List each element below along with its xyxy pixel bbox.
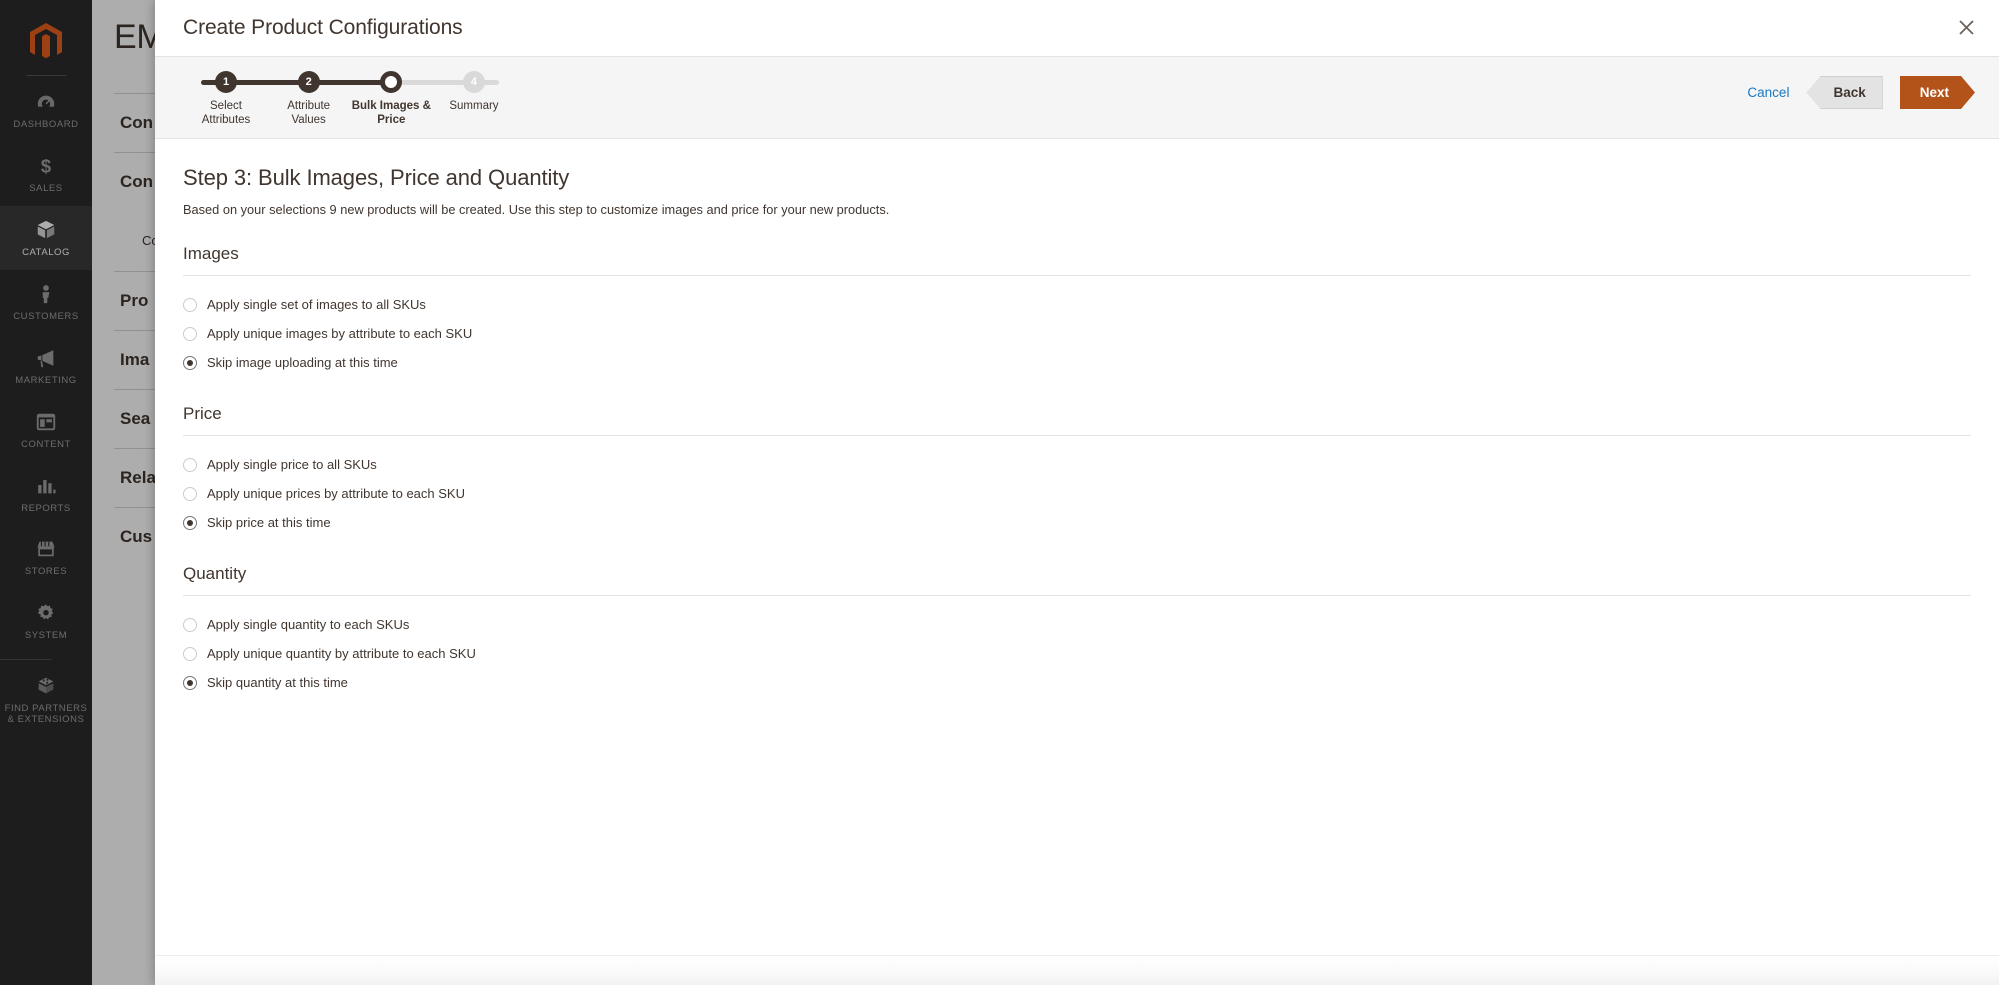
option-section-quantity: Quantity Apply single quantity to each SK…	[183, 564, 1971, 697]
wizard-step-1[interactable]: 1 Select Attributes	[185, 71, 267, 128]
wizard-step-2[interactable]: 2 Attribute Values	[268, 71, 350, 128]
create-product-configurations-modal: Create Product Configurations 1 Select At…	[155, 0, 1999, 985]
radio-option-label: Apply single price to all SKUs	[207, 457, 377, 472]
section-divider	[183, 595, 1971, 596]
radio-option-label: Skip price at this time	[207, 515, 331, 530]
radio-button-unselected[interactable]	[183, 486, 197, 501]
wizard-step-3[interactable]: 3 Bulk Images & Price	[350, 71, 432, 128]
back-button[interactable]: Back	[1806, 76, 1883, 109]
wizard-step-bar: 1 Select Attributes 2 Attribute Values 3 Bulk…	[155, 56, 1999, 139]
radio-button-unselected[interactable]	[183, 617, 197, 632]
radio-button-unselected[interactable]	[183, 646, 197, 661]
radio-option-label: Apply single quantity to each SKUs	[207, 617, 410, 632]
section-divider	[183, 435, 1971, 436]
option-section-images: Images Apply single set of images to all …	[183, 244, 1971, 377]
next-button[interactable]: Next	[1900, 76, 1975, 109]
page-title: Step 3: Bulk Images, Price and Quantity	[183, 165, 570, 190]
radio-option[interactable]: Apply unique prices by attribute to each…	[183, 479, 1971, 508]
radio-option-label: Apply unique prices by attribute to each…	[207, 486, 465, 501]
section-title: Images	[183, 244, 239, 263]
screen-root: DASHBOARD $ SALES CATALOG CUSTOMERS MARKETING…	[0, 0, 1999, 985]
step-number-badge: 2	[297, 71, 320, 93]
wizard-steps: 1 Select Attributes 2 Attribute Values 3 Bulk…	[185, 71, 515, 128]
wizard-step-4[interactable]: 4 Summary	[433, 71, 515, 128]
step-label: Summary	[449, 100, 499, 112]
step-label: Bulk Images & Price	[351, 100, 431, 127]
radio-option[interactable]: Apply single quantity to each SKUs	[183, 610, 1971, 639]
section-title: Price	[183, 404, 222, 423]
radio-option-label: Skip image uploading at this time	[207, 355, 398, 370]
radio-button-unselected[interactable]	[183, 297, 197, 312]
radio-option-label: Apply unique quantity by attribute to ea…	[207, 646, 476, 661]
radio-button-selected[interactable]	[183, 675, 197, 690]
section-title: Quantity	[183, 564, 247, 583]
close-x-icon[interactable]	[1947, 8, 1985, 46]
radio-option[interactable]: Apply single price to all SKUs	[183, 450, 1971, 479]
section-divider	[183, 275, 1971, 276]
step-number-badge: 4	[462, 71, 485, 93]
step-label: Attribute Values	[287, 100, 331, 127]
step-label: Select Attributes	[201, 100, 251, 127]
modal-title: Create Product Configurations	[183, 16, 463, 39]
radio-option[interactable]: Skip quantity at this time	[183, 668, 1971, 697]
radio-button-unselected[interactable]	[183, 326, 197, 341]
wizard-actions: Cancel Back Next	[1747, 76, 1975, 109]
radio-button-unselected[interactable]	[183, 457, 197, 472]
modal-body: Step 3: Bulk Images, Price and Quantity …	[155, 139, 1999, 985]
step-list: 1 Select Attributes 2 Attribute Values 3 Bulk…	[185, 71, 515, 128]
radio-button-selected[interactable]	[183, 515, 197, 530]
option-sections: Images Apply single set of images to all …	[183, 244, 1971, 697]
modal-footer-band	[155, 955, 1999, 985]
radio-option-label: Apply unique images by attribute to each…	[207, 326, 473, 341]
page-subtitle: Based on your selections 9 new products …	[183, 202, 890, 217]
radio-option[interactable]: Apply unique images by attribute to each…	[183, 319, 1971, 348]
modal-header: Create Product Configurations	[155, 0, 1999, 56]
step-number-badge: 1	[215, 71, 237, 93]
option-section-price: Price Apply single price to all SKUs Apply…	[183, 404, 1971, 537]
cancel-link[interactable]: Cancel	[1747, 85, 1789, 100]
radio-option[interactable]: Skip price at this time	[183, 508, 1971, 537]
radio-option[interactable]: Apply single set of images to all SKUs	[183, 290, 1971, 319]
radio-option[interactable]: Apply unique quantity by attribute to ea…	[183, 639, 1971, 668]
step-number-badge: 3	[380, 71, 403, 93]
radio-option[interactable]: Skip image uploading at this time	[183, 348, 1971, 377]
radio-button-selected[interactable]	[183, 355, 197, 370]
radio-option-label: Apply single set of images to all SKUs	[207, 297, 426, 312]
radio-option-label: Skip quantity at this time	[207, 675, 348, 690]
